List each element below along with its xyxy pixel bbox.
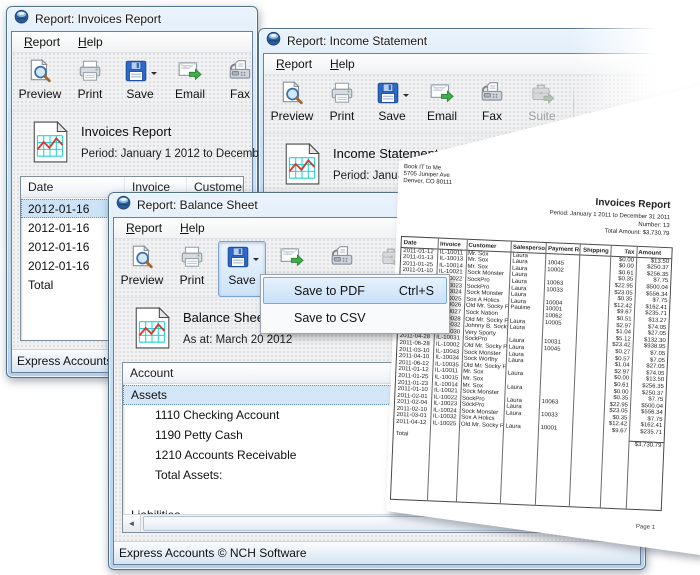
- menu-item[interactable]: Report: [16, 33, 68, 51]
- toolbar-button-label: Preview: [19, 87, 62, 101]
- toolbar-button-label: Print: [330, 109, 355, 123]
- cell-salesperson: Laura: [503, 423, 538, 431]
- save-menu-item[interactable]: Save to CSV: [263, 304, 447, 331]
- fax-icon: [227, 58, 253, 89]
- app-icon: [116, 195, 131, 215]
- menu-item-label: Save to PDF: [294, 284, 365, 298]
- total-label: Total: [394, 430, 431, 439]
- toolbar-button-label: Print: [180, 273, 205, 287]
- menu-item[interactable]: Report: [268, 55, 320, 73]
- menu-item-shortcut: Ctrl+S: [383, 284, 434, 298]
- paper-column-header: Tax: [611, 249, 637, 257]
- app-icon: [266, 31, 281, 51]
- toolbar-button[interactable]: Preview: [268, 77, 316, 133]
- toolbar-button[interactable]: Save: [116, 55, 164, 111]
- toolbar-button-label: Email: [175, 87, 205, 101]
- email-icon: [279, 244, 305, 275]
- toolbar-button-label: Print: [78, 87, 103, 101]
- cell-payment-ref: 10001: [538, 425, 572, 433]
- menu-item[interactable]: Help: [172, 219, 213, 237]
- menu-item[interactable]: Report: [118, 219, 170, 237]
- window-title: Report: Balance Sheet: [137, 198, 258, 212]
- window-title: Report: Invoices Report: [35, 12, 161, 26]
- titlebar[interactable]: Report: Invoices Report: [11, 7, 253, 31]
- toolbar-button[interactable]: Save: [218, 241, 266, 297]
- app-icon: [14, 9, 29, 29]
- menu-item[interactable]: Help: [70, 33, 111, 51]
- toolbar-button[interactable]: Preview: [118, 241, 166, 297]
- scroll-left-button[interactable]: ◄: [123, 515, 141, 532]
- menubar: ReportHelp: [264, 54, 654, 75]
- window-title: Report: Income Statement: [287, 34, 427, 48]
- menu-item-label: Save to CSV: [294, 311, 366, 325]
- report-header: Invoices Report Period: January 1 2012 t…: [12, 112, 252, 172]
- report-as-at: As at: March 20 2012: [183, 334, 292, 346]
- save-icon: [225, 244, 251, 275]
- toolbar-button[interactable]: Print: [318, 77, 366, 133]
- toolbar-button[interactable]: Fax: [216, 55, 264, 111]
- account-label: Assets: [123, 388, 167, 402]
- save-icon: [123, 58, 149, 89]
- toolbar-button-label: Preview: [121, 273, 164, 287]
- email-icon: [177, 58, 203, 89]
- cell-invoice: IL-10025: [430, 420, 459, 428]
- cell-customer: Old Mr. Socky Pants: [459, 422, 504, 430]
- paper-column-header: Invoice: [438, 242, 467, 250]
- print-icon: [179, 244, 205, 275]
- page-number: Page 1: [389, 513, 661, 530]
- paper-column-header: Shipping: [580, 248, 611, 256]
- toolbar-button-label: Save: [126, 87, 153, 101]
- report-doc-icon: [284, 143, 320, 190]
- titlebar[interactable]: Report: Income Statement: [263, 29, 655, 53]
- dropdown-arrow-icon[interactable]: [253, 258, 259, 264]
- desktop: { "windows": { "invoices": { "icon": "ap…: [0, 0, 700, 575]
- menu-item[interactable]: Help: [322, 55, 363, 73]
- report-doc-icon: [32, 121, 68, 168]
- account-label: 1210 Accounts Receivable: [123, 448, 296, 462]
- preview-icon: [129, 244, 155, 275]
- print-icon: [329, 80, 355, 111]
- save-menu-item[interactable]: Save to PDF Ctrl+S: [263, 277, 447, 304]
- toolbar: Preview Print Save Email: [12, 53, 252, 112]
- menubar: ReportHelp: [12, 32, 252, 53]
- cell-amount: $235.71: [629, 429, 664, 437]
- total-amount: $3,730.79: [628, 440, 663, 449]
- preview-icon: [279, 80, 305, 111]
- cell-date: 2011-04-12: [394, 419, 431, 427]
- preview-icon: [27, 58, 53, 89]
- toolbar-button[interactable]: Print: [168, 241, 216, 297]
- save-dropdown-menu: Save to PDF Ctrl+S Save to CSV: [260, 274, 450, 334]
- toolbar-button[interactable]: Email: [166, 55, 214, 111]
- account-label: 1110 Checking Account: [123, 408, 279, 422]
- account-label: 1190 Petty Cash: [123, 428, 243, 442]
- toolbar-button-label: Save: [228, 273, 255, 287]
- fax-icon: [329, 244, 355, 275]
- report-doc-icon: [134, 307, 170, 354]
- cell-shipping: [572, 426, 603, 434]
- account-label: Total Assets:: [123, 468, 222, 482]
- dropdown-arrow-icon[interactable]: [151, 72, 157, 78]
- toolbar-button-label: Preview: [271, 109, 314, 123]
- toolbar-button[interactable]: Print: [66, 55, 114, 111]
- toolbar-button-label: Fax: [230, 87, 250, 101]
- cell-tax: $9.67: [603, 428, 629, 436]
- print-icon: [77, 58, 103, 89]
- toolbar-button[interactable]: Preview: [16, 55, 64, 111]
